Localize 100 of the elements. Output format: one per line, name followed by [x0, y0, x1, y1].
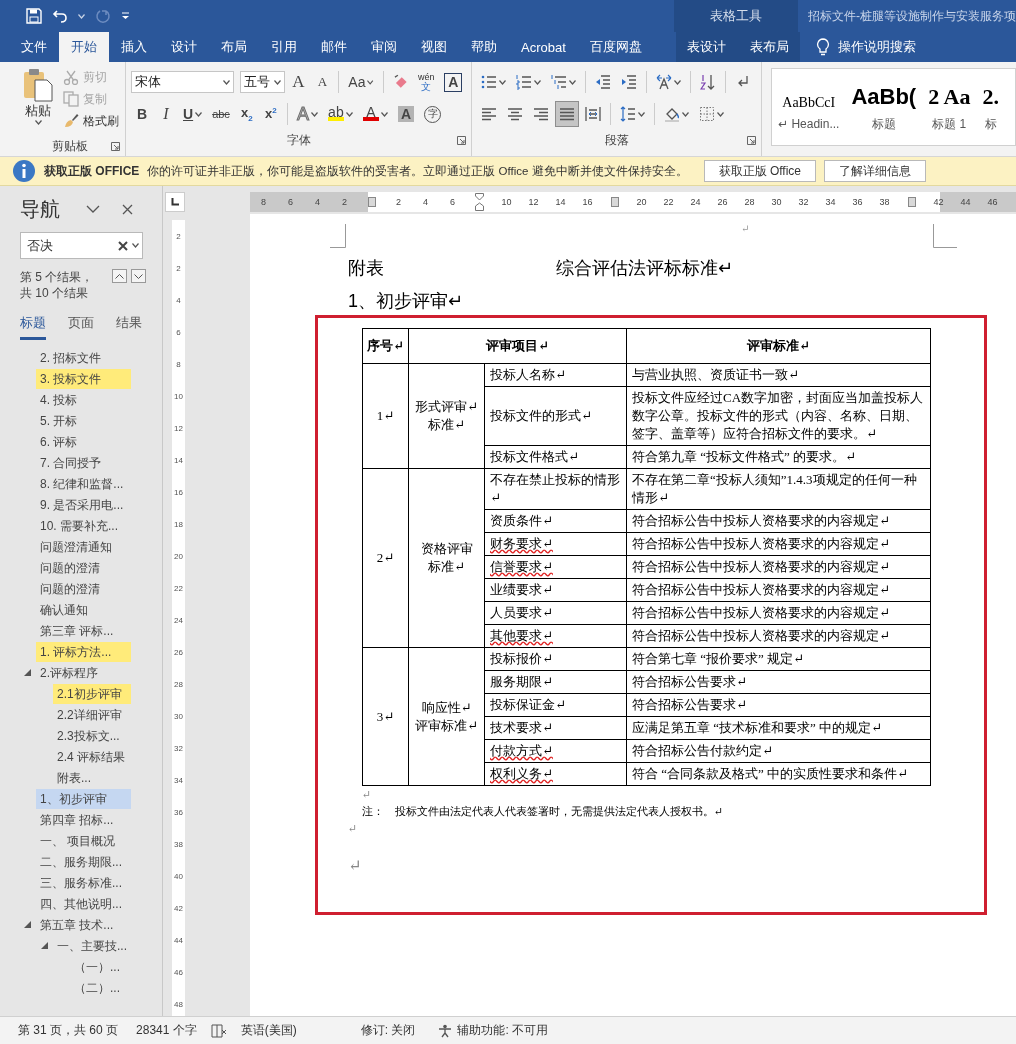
next-result-button[interactable]	[131, 269, 146, 283]
bold-button[interactable]: B	[131, 101, 153, 127]
justify-button[interactable]	[555, 101, 579, 127]
heading-item[interactable]: 确认通知	[36, 599, 131, 620]
heading-item[interactable]: 7. 合同授予	[36, 452, 131, 473]
underline-button[interactable]: U	[179, 101, 207, 127]
font-size-field[interactable]: 五号	[240, 71, 286, 93]
pane-tab[interactable]: 页面	[68, 313, 94, 340]
heading-item[interactable]: （二）...	[70, 977, 131, 998]
heading-item[interactable]: 2. 招标文件	[36, 347, 131, 368]
heading-item[interactable]: 9. 是否采用电...	[36, 494, 131, 515]
strike-button[interactable]: abc	[208, 101, 234, 127]
column-marker-icon[interactable]	[610, 197, 619, 207]
script-button[interactable]: x$_{2}$	[235, 101, 258, 127]
accessibility-status[interactable]: 辅助功能: 不可用	[457, 1022, 549, 1039]
heading-item[interactable]: 2.2详细评审	[53, 704, 131, 725]
ribbon-tab[interactable]: 表布局	[738, 32, 801, 62]
heading-item[interactable]: 4. 投标	[36, 389, 131, 410]
heading-item[interactable]: 3. 投标文件	[36, 368, 131, 389]
heading-item[interactable]: 第五章 技术...	[36, 914, 131, 935]
tab-stop-selector[interactable]	[165, 192, 185, 212]
accessibility-icon[interactable]	[437, 1023, 454, 1038]
ribbon-tab[interactable]: 布局	[209, 32, 259, 62]
enclose-button[interactable]: 字	[420, 101, 445, 127]
chevron-down-icon[interactable]	[86, 205, 100, 213]
expanded-triangle-icon[interactable]	[24, 669, 31, 676]
ribbon-tab[interactable]: Acrobat	[509, 32, 578, 62]
previous-result-button[interactable]	[112, 269, 127, 283]
style-preset[interactable]: AaBb( 标题	[845, 69, 923, 145]
ribbon-tab[interactable]: 开始	[59, 32, 109, 62]
page-count[interactable]: 第 31 页，共 60 页	[18, 1022, 119, 1039]
heading-item[interactable]: 8. 纪律和监督...	[36, 473, 131, 494]
format-painter-button[interactable]: 格式刷	[61, 110, 121, 132]
proofing-book-icon[interactable]	[210, 1023, 227, 1038]
column-marker-icon[interactable]	[907, 197, 916, 207]
dialog-launcher-icon[interactable]	[111, 141, 120, 151]
highlight-button[interactable]: ab	[323, 101, 357, 127]
ribbon-tab[interactable]: 设计	[159, 32, 209, 62]
shrink-button[interactable]: A	[311, 69, 334, 95]
heading-item[interactable]: 问题的澄清	[36, 578, 131, 599]
phonetic-button[interactable]: wén 文	[414, 69, 439, 95]
ribbon-tab[interactable]: 审阅	[359, 32, 409, 62]
close-icon[interactable]	[122, 203, 133, 215]
expanded-triangle-icon[interactable]	[24, 921, 31, 928]
message-button[interactable]: 了解详细信息	[824, 160, 927, 182]
heading-item[interactable]: 2.4 评标结果	[53, 746, 131, 767]
heading-item[interactable]: 6. 评标	[36, 431, 131, 452]
heading-item[interactable]: 一、主要技...	[53, 935, 131, 956]
search-field[interactable]: 否决	[20, 232, 143, 259]
heading-item[interactable]: 2.1初步评审	[53, 683, 131, 704]
heading-item[interactable]: 第四章 招标...	[36, 809, 131, 830]
message-button[interactable]: 获取正版 Office	[703, 160, 817, 182]
ribbon-tab[interactable]: 文件	[9, 32, 59, 62]
word-count[interactable]: 28341 个字	[136, 1022, 197, 1039]
track-changes-status[interactable]: 修订: 关闭	[360, 1022, 416, 1039]
ribbon-tab[interactable]: 百度网盘	[577, 32, 654, 62]
style-preset[interactable]: 2 Aa 标题 1	[922, 69, 977, 145]
heading-item[interactable]: 5. 开标	[36, 410, 131, 431]
heading-item[interactable]: 第三章 评标...	[36, 620, 131, 641]
heading-item[interactable]: 2.3投标文...	[53, 725, 131, 746]
clear-icon[interactable]	[118, 241, 128, 251]
heading-item[interactable]: 问题澄清通知	[36, 536, 131, 557]
undo-icon[interactable]	[52, 8, 68, 24]
shading-button[interactable]: A	[393, 101, 418, 127]
ribbon-tab[interactable]: 表设计	[675, 32, 738, 62]
heading-item[interactable]: 一、 项目概况	[36, 830, 131, 851]
heading-item[interactable]: 三、服务标准...	[36, 872, 131, 893]
font-name-field[interactable]: 宋体	[131, 71, 235, 93]
heading-item[interactable]: （一）...	[70, 956, 131, 977]
pane-tab[interactable]: 标题	[20, 313, 46, 340]
heading-item[interactable]: 2.评标程序	[36, 662, 131, 683]
style-preset[interactable]: AaBbCcI ↵ Headin...	[772, 69, 846, 145]
heading-item[interactable]: 四、其他说明...	[36, 893, 131, 914]
column-marker-icon[interactable]	[367, 197, 376, 207]
pane-tab[interactable]: 结果	[116, 313, 142, 340]
italic-button[interactable]: I	[155, 101, 177, 127]
grow-button[interactable]: A	[287, 69, 310, 95]
heading-item[interactable]: 二、服务期限...	[36, 851, 131, 872]
heading-item[interactable]: 1. 评标方法...	[36, 641, 131, 662]
dialog-launcher-icon[interactable]	[457, 135, 466, 145]
ribbon-tab[interactable]: 视图	[409, 32, 459, 62]
customize-toolbar-icon[interactable]	[121, 12, 130, 20]
ribbon-tab[interactable]: 帮助	[459, 32, 509, 62]
heading-item[interactable]: 附表...	[53, 767, 131, 788]
dialog-launcher-icon[interactable]	[747, 135, 756, 145]
ribbon-tab[interactable]: 邮件	[309, 32, 359, 62]
script-button[interactable]: x$^{2}$	[259, 101, 282, 127]
style-preset[interactable]: 2. 标	[976, 69, 1005, 145]
expanded-triangle-icon[interactable]	[41, 942, 48, 949]
heading-item[interactable]: 10. 需要补充...	[36, 515, 131, 536]
paste-button[interactable]: 粘贴	[19, 66, 57, 136]
ribbon-tab[interactable]: 引用	[259, 32, 309, 62]
language[interactable]: 英语(美国)	[240, 1022, 297, 1039]
heading-item[interactable]: 问题的澄清	[36, 557, 131, 578]
ribbon-tab[interactable]: 插入	[109, 32, 159, 62]
case-button[interactable]: Aa	[344, 69, 378, 95]
search-hint[interactable]: 操作说明搜索	[838, 38, 916, 56]
fontcolor-button[interactable]: A	[358, 101, 392, 127]
indent-marker-icon[interactable]	[475, 193, 484, 211]
save-icon[interactable]	[26, 8, 42, 24]
